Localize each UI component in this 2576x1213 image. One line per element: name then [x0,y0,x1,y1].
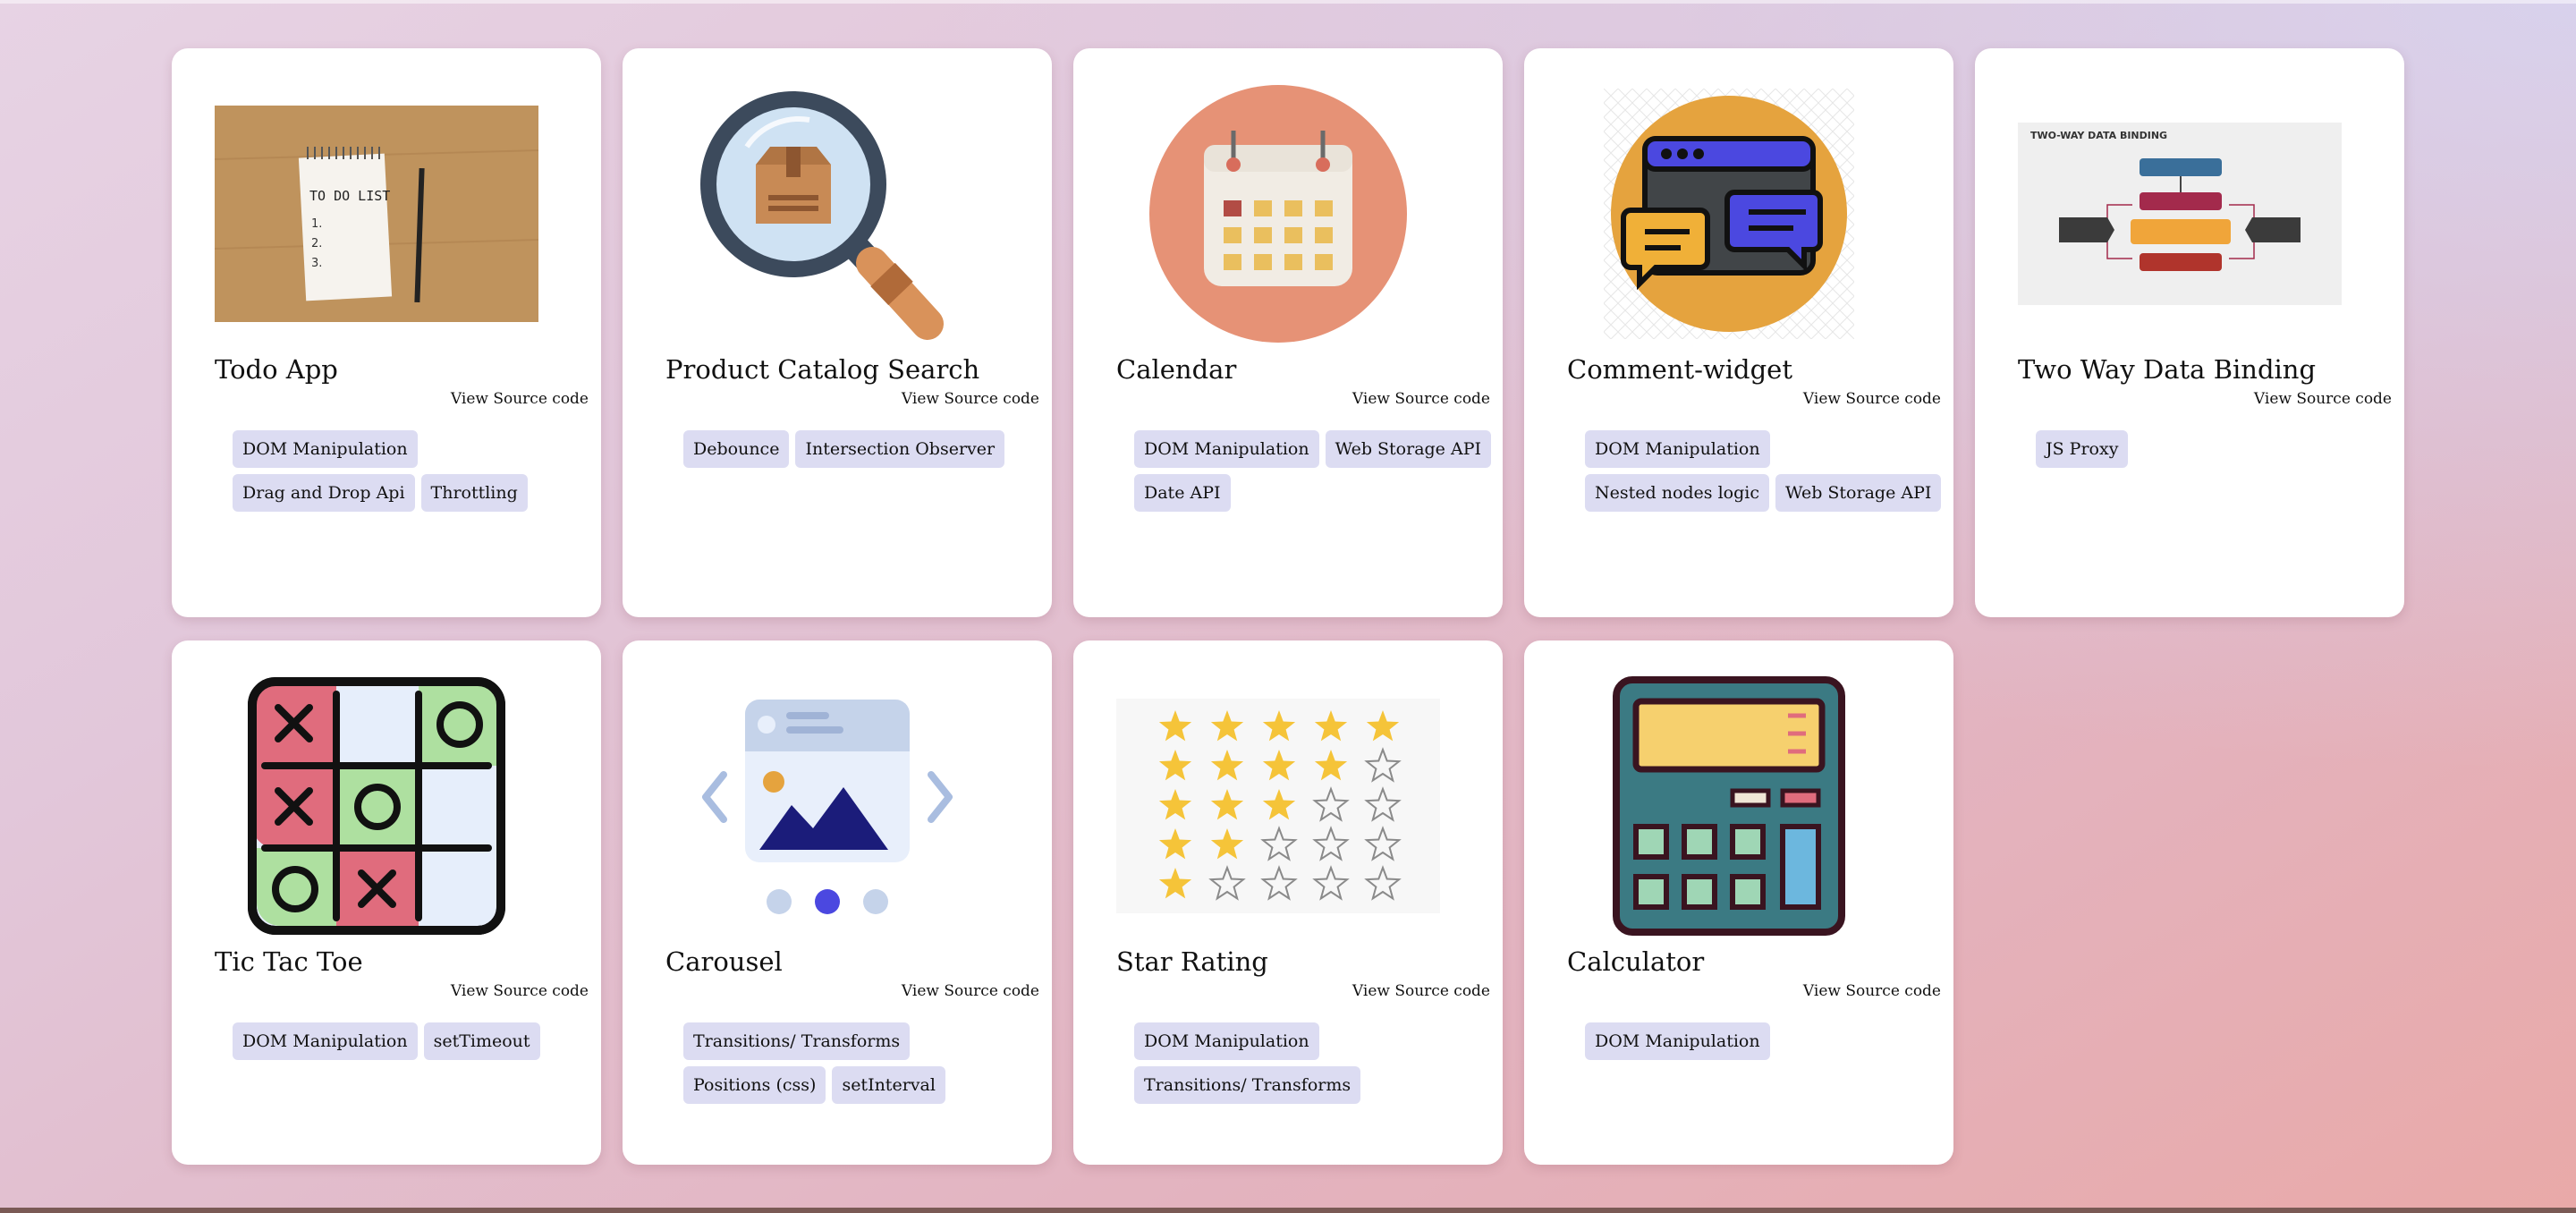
card-title: Product Catalog Search [665,354,980,385]
card-title: Calculator [1567,946,1705,977]
todo-image-heading: TO DO LIST [309,188,390,204]
view-source-link[interactable]: View Source code [1352,390,1490,408]
star-rating-image [1116,676,1440,936]
project-card-calculator[interactable]: Calculator View Source code DOM Manipula… [1524,640,1953,1165]
view-source-link[interactable]: View Source code [1803,982,1941,1000]
todo-image-item: 1. [311,217,322,231]
tag-list: Debounce Intersection Observer [683,430,1041,468]
tag: DOM Manipulation [1585,1022,1770,1060]
tag: DOM Manipulation [1134,1022,1319,1060]
data-binding-diagram-image: TWO-WAY DATA BINDING [2018,84,2342,344]
tag-list: DOM Manipulation Nested nodes logic Web … [1585,430,1943,512]
tag: DOM Manipulation [233,1022,418,1060]
tag: DOM Manipulation [1585,430,1770,468]
card-title: Star Rating [1116,946,1268,977]
tag: setInterval [832,1066,945,1104]
project-card-calendar[interactable]: Calendar View Source code DOM Manipulati… [1073,48,1503,617]
tag: Web Storage API [1775,474,1942,512]
tag-list: DOM Manipulation Transitions/ Transforms [1134,1022,1492,1104]
tag: Debounce [683,430,790,468]
calculator-icon [1567,676,1891,936]
comment-chat-icon [1567,84,1891,344]
tag: Transitions/ Transforms [1134,1066,1361,1104]
tic-tac-toe-icon [215,676,538,936]
tag: Web Storage API [1325,430,1491,468]
carousel-icon [665,676,989,936]
calendar-icon [1116,84,1440,344]
card-title: Tic Tac Toe [215,946,363,977]
tag-list: Transitions/ Transforms Positions (css) … [683,1022,1041,1104]
view-source-link[interactable]: View Source code [451,982,589,1000]
tag: Throttling [420,474,528,512]
tag-list: JS Proxy [2036,430,2394,468]
tag-list: DOM Manipulation setTimeout [233,1022,590,1060]
card-title: Comment-widget [1567,354,1792,385]
diagram-heading: TWO-WAY DATA BINDING [2030,130,2167,141]
tag: Transitions/ Transforms [683,1022,911,1060]
tag: JS Proxy [2036,430,2129,468]
view-source-link[interactable]: View Source code [451,390,589,408]
view-source-link[interactable]: View Source code [902,390,1039,408]
card-title: Two Way Data Binding [2018,354,2317,385]
todo-image-item: 3. [311,257,322,270]
tag-list: DOM Manipulation [1585,1022,1943,1060]
project-card-comment-widget[interactable]: Comment-widget View Source code DOM Mani… [1524,48,1953,617]
tag: Nested nodes logic [1585,474,1769,512]
tag-list: DOM Manipulation Drag and Drop Api Throt… [233,430,590,512]
project-card-star-rating[interactable]: Star Rating View Source code DOM Manipul… [1073,640,1503,1165]
tag: Drag and Drop Api [233,474,415,512]
tag: Positions (css) [683,1066,826,1104]
view-source-link[interactable]: View Source code [902,982,1039,1000]
tag: Intersection Observer [795,430,1005,468]
view-source-link[interactable]: View Source code [2254,390,2392,408]
project-card-product-catalog-search[interactable]: Product Catalog Search View Source code … [623,48,1052,617]
project-card-todo-app[interactable]: TO DO LIST 1. 2. 3. Todo App View Source… [172,48,601,617]
todo-image-item: 2. [311,237,322,250]
project-card-carousel[interactable]: Carousel View Source code Transitions/ T… [623,640,1052,1165]
window-bottom-edge [0,1208,2576,1213]
project-card-two-way-data-binding[interactable]: TWO-WAY DATA BINDING Two Way Data Bindin… [1975,48,2404,617]
view-source-link[interactable]: View Source code [1352,982,1490,1000]
card-title: Calendar [1116,354,1237,385]
view-source-link[interactable]: View Source code [1803,390,1941,408]
tag: setTimeout [423,1022,540,1060]
tag: Date API [1134,474,1231,512]
project-card-tic-tac-toe[interactable]: Tic Tac Toe View Source code DOM Manipul… [172,640,601,1165]
tag: DOM Manipulation [233,430,418,468]
tag: DOM Manipulation [1134,430,1319,468]
search-magnifier-icon [665,84,989,344]
todo-app-thumbnail: TO DO LIST 1. 2. 3. [215,84,538,344]
tag-list: DOM Manipulation Web Storage API Date AP… [1134,430,1492,512]
card-title: Todo App [215,354,338,385]
card-title: Carousel [665,946,783,977]
window-top-edge [0,0,2576,4]
